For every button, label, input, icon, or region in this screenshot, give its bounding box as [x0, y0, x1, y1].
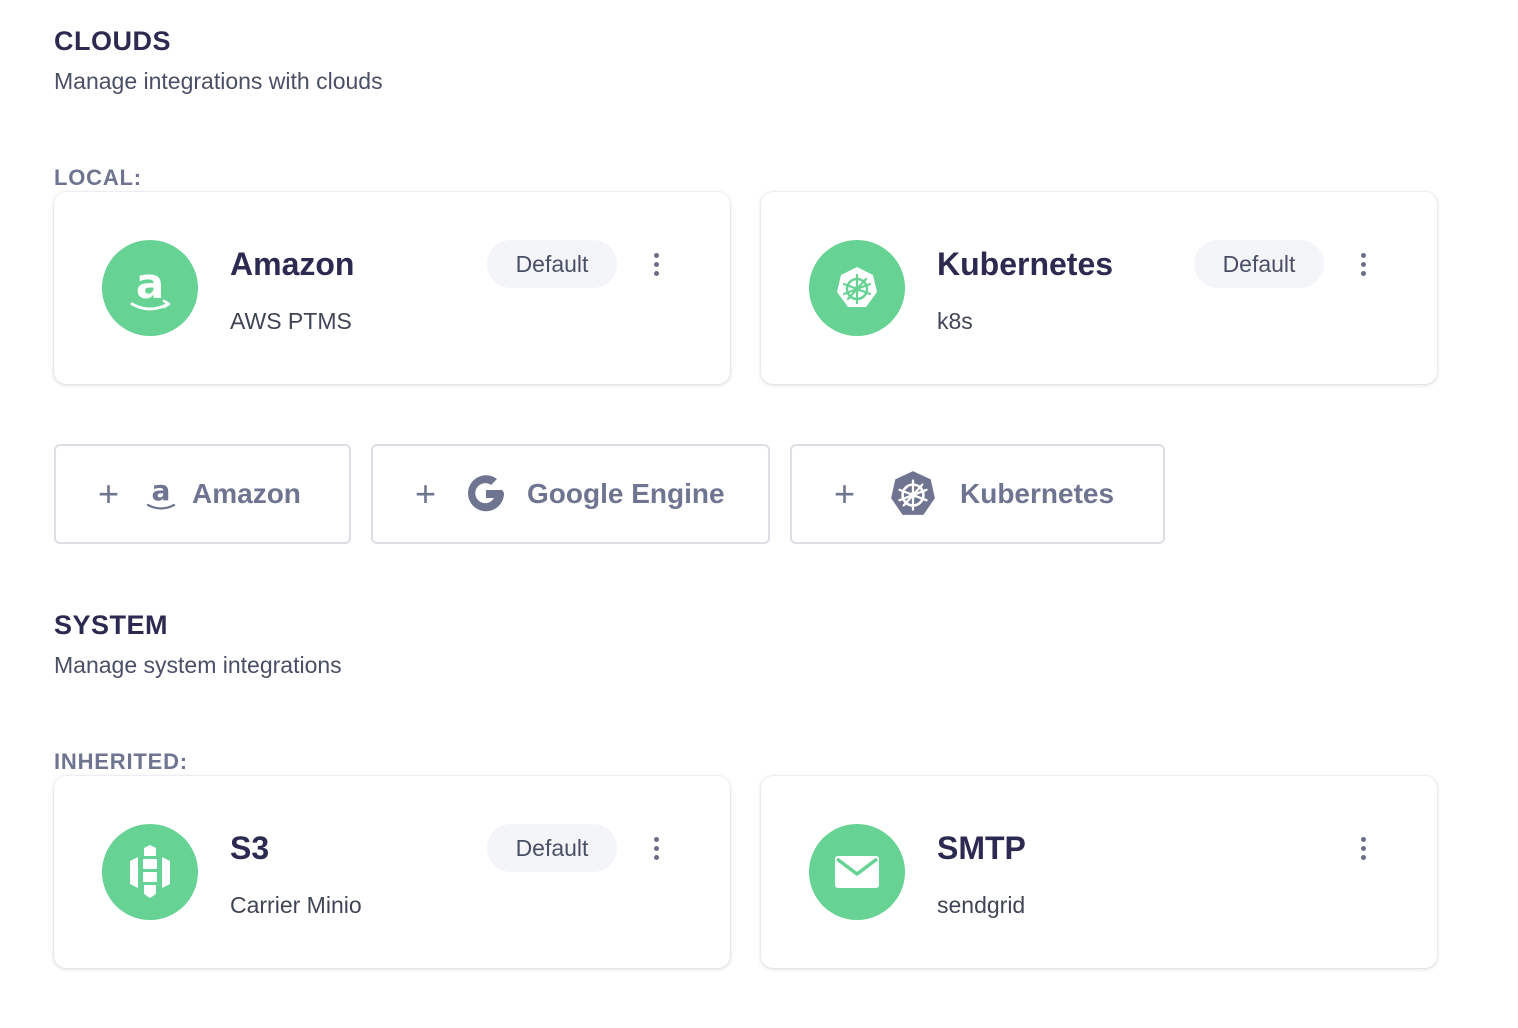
more-options-icon[interactable] [642, 832, 670, 864]
more-options-icon[interactable] [1349, 832, 1377, 864]
add-amazon-button[interactable]: + a Amazon [54, 444, 351, 544]
integration-card-kubernetes[interactable]: Kubernetes k8s Default [761, 192, 1437, 384]
integration-card-amazon[interactable]: a Amazon AWS PTMS Default [54, 192, 730, 384]
default-badge: Default [487, 240, 617, 288]
default-badge: Default [1194, 240, 1324, 288]
plus-icon: + [415, 473, 437, 514]
google-icon [461, 470, 511, 518]
amazon-icon: a [144, 475, 178, 513]
add-button-label: Amazon [192, 478, 301, 509]
more-options-icon[interactable] [1349, 248, 1377, 280]
svg-text:a: a [136, 259, 164, 308]
plus-icon: + [834, 473, 856, 514]
integration-card-smtp[interactable]: SMTP sendgrid [761, 776, 1437, 968]
clouds-title: CLOUDS [54, 26, 171, 56]
card-description: sendgrid [937, 892, 1026, 918]
add-kubernetes-button[interactable]: + Kubernetes [790, 444, 1165, 544]
add-google-engine-button[interactable]: + Google Engine [371, 444, 770, 544]
add-button-label: Google Engine [527, 478, 725, 509]
local-label: LOCAL: [54, 165, 142, 190]
plus-icon: + [98, 473, 120, 514]
add-button-label: Kubernetes [960, 478, 1115, 509]
card-name: S3 [230, 830, 270, 866]
card-name: Amazon [230, 246, 355, 282]
system-subtitle: Manage system integrations [54, 652, 342, 678]
more-options-icon[interactable] [642, 248, 670, 280]
kubernetes-icon [809, 240, 905, 336]
amazon-icon: a [102, 240, 198, 336]
card-name: Kubernetes [937, 246, 1114, 282]
inherited-label: INHERITED: [54, 749, 188, 774]
clouds-subtitle: Manage integrations with clouds [54, 68, 383, 94]
envelope-icon [809, 824, 905, 920]
card-description: k8s [937, 308, 973, 334]
integration-card-s3[interactable]: S3 Carrier Minio Default [54, 776, 730, 968]
card-description: Carrier Minio [230, 892, 362, 918]
minio-icon [102, 824, 198, 920]
system-title: SYSTEM [54, 610, 169, 640]
svg-text:a: a [152, 475, 171, 507]
card-description: AWS PTMS [230, 308, 352, 334]
default-badge: Default [487, 824, 617, 872]
kubernetes-icon [888, 469, 938, 519]
card-name: SMTP [937, 830, 1026, 866]
